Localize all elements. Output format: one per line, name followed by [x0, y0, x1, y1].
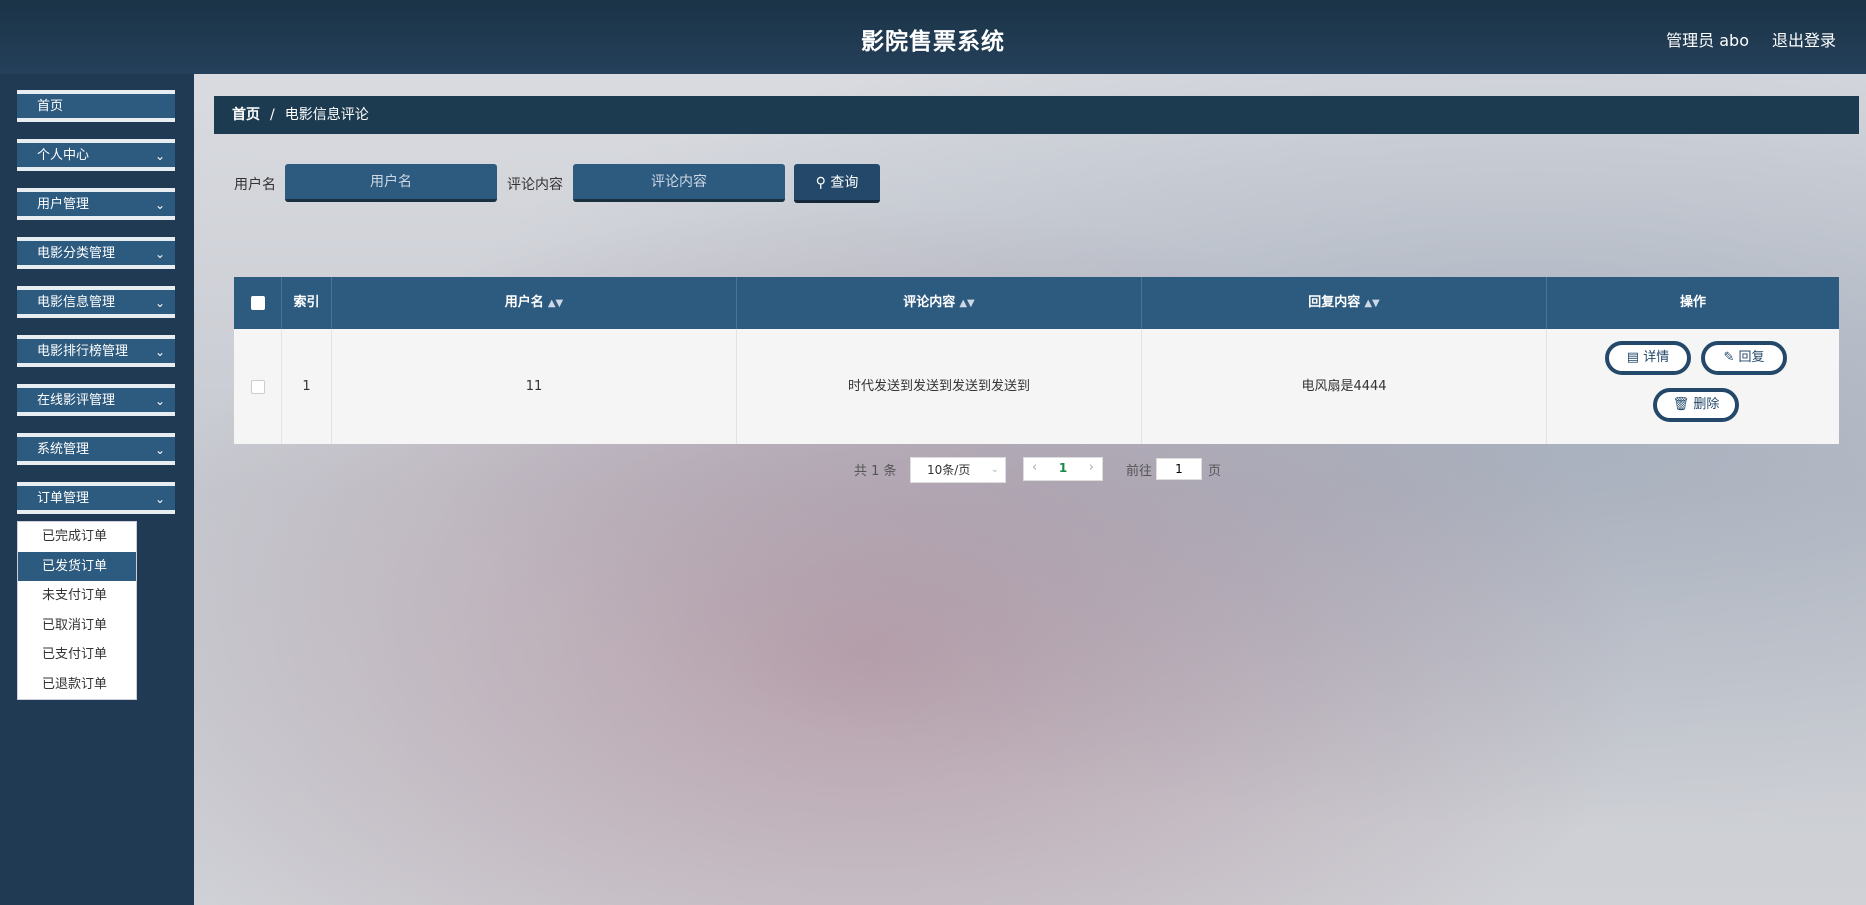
- table-header: 索引 用户名 ▲▼ 评论内容 ▲▼ 回复内容 ▲▼ 操作: [234, 277, 1839, 329]
- pagination-total: 共 1 条: [854, 464, 897, 479]
- username-label: 用户名: [234, 177, 276, 193]
- sidebar-item-label: 个人中心: [37, 148, 90, 163]
- goto-prefix: 前往: [1126, 464, 1153, 479]
- chevron-down-icon: ⌄: [154, 247, 165, 261]
- breadcrumb: 首页 / 电影信息评论: [214, 96, 1859, 134]
- next-page-icon[interactable]: ›: [1089, 460, 1094, 475]
- search-button-label: 查询: [830, 175, 859, 191]
- sidebar-item-movie-info[interactable]: 电影信息管理 ⌄: [17, 286, 175, 318]
- column-header-label: 用户名: [504, 295, 544, 310]
- comment-content-search-input[interactable]: [573, 164, 785, 202]
- sidebar-item-system[interactable]: 系统管理 ⌄: [17, 433, 175, 465]
- cell-username: 11: [332, 329, 737, 444]
- submenu-item-cancelled[interactable]: 已取消订单: [18, 611, 136, 641]
- submenu-item-paid[interactable]: 已支付订单: [18, 640, 136, 670]
- sort-icon[interactable]: ▲▼: [1364, 298, 1379, 309]
- breadcrumb-home[interactable]: 首页: [232, 107, 260, 123]
- column-header-label: 回复内容: [1308, 295, 1361, 310]
- search-button[interactable]: ⚲ 查询: [794, 164, 880, 203]
- sidebar-item-label: 用户管理: [37, 197, 90, 212]
- sidebar-item-label: 首页: [37, 99, 64, 114]
- sidebar-item-home[interactable]: 首页: [17, 90, 175, 122]
- row-select-cell: [234, 329, 282, 444]
- trash-icon: 🗑: [1672, 397, 1690, 412]
- page-size-select[interactable]: 10条/页 ⌄: [910, 457, 1006, 483]
- search-icon: ⚲: [815, 175, 826, 191]
- column-header-index: 索引: [282, 277, 332, 329]
- document-icon: ▤: [1626, 350, 1640, 365]
- cell-index: 1: [282, 329, 332, 444]
- reply-button[interactable]: ✎ 回复: [1701, 341, 1787, 375]
- sidebar-item-label: 在线影评管理: [37, 393, 116, 408]
- chevron-down-icon: ⌄: [154, 492, 165, 506]
- column-header-username[interactable]: 用户名 ▲▼: [332, 277, 737, 329]
- top-header: 影院售票系统 管理员 abo 退出登录: [0, 0, 1866, 74]
- sort-icon[interactable]: ▲▼: [548, 298, 563, 309]
- breadcrumb-separator: /: [270, 107, 275, 123]
- main-content: 首页/电影信息评论 用户名 评论内容 ⚲ 查询 索引 用户名▲▼ 评论内容▲▼ …: [194, 74, 1866, 905]
- pagination-pager: ‹ 1 ›: [1023, 457, 1103, 481]
- username-search-input[interactable]: [285, 164, 497, 202]
- chevron-down-icon: ⌄: [990, 464, 999, 475]
- column-header-label: 评论内容: [903, 295, 956, 310]
- sidebar-item-label: 系统管理: [37, 442, 90, 457]
- sidebar-item-profile[interactable]: 个人中心 ⌄: [17, 139, 175, 171]
- chevron-down-icon: ⌄: [154, 443, 165, 457]
- delete-button[interactable]: 🗑 删除: [1653, 388, 1739, 422]
- chevron-down-icon: ⌄: [154, 345, 165, 359]
- app-title: 影院售票系统: [861, 29, 1005, 55]
- detail-button-label: 详情: [1643, 350, 1670, 365]
- chevron-down-icon: ⌄: [154, 198, 165, 212]
- sidebar-item-label: 订单管理: [37, 491, 90, 506]
- submenu-item-refunded[interactable]: 已退款订单: [18, 670, 136, 700]
- sidebar-item-movie-categories[interactable]: 电影分类管理 ⌄: [17, 237, 175, 269]
- comment-content-label: 评论内容: [507, 177, 563, 193]
- page-size-value: 10条/页: [927, 463, 971, 477]
- cell-actions: ▤ 详情 ✎ 回复 🗑 删除: [1547, 329, 1839, 444]
- detail-button[interactable]: ▤ 详情: [1605, 341, 1691, 375]
- reply-button-label: 回复: [1738, 350, 1765, 365]
- submenu-item-completed[interactable]: 已完成订单: [18, 522, 136, 552]
- sidebar-item-online-reviews[interactable]: 在线影评管理 ⌄: [17, 384, 175, 416]
- column-header-content[interactable]: 评论内容 ▲▼: [737, 277, 1142, 329]
- cell-content: 时代发送到发送到发送到发送到: [737, 329, 1142, 444]
- cell-reply: 电风扇是4444: [1142, 329, 1547, 444]
- sidebar-item-label: 电影分类管理: [37, 246, 116, 261]
- goto-suffix: 页: [1208, 464, 1222, 479]
- select-all-checkbox[interactable]: [250, 295, 265, 310]
- chevron-down-icon: ⌄: [154, 394, 165, 408]
- breadcrumb-current: 电影信息评论: [284, 107, 369, 123]
- edit-icon: ✎: [1723, 350, 1735, 365]
- column-header-actions: 操作: [1679, 295, 1706, 310]
- chevron-down-icon: ⌄: [154, 149, 165, 163]
- sidebar-item-users[interactable]: 用户管理 ⌄: [17, 188, 175, 220]
- sidebar-item-label: 电影排行榜管理: [37, 344, 129, 359]
- sort-icon[interactable]: ▲▼: [959, 298, 974, 309]
- select-all-cell: [234, 277, 282, 329]
- admin-label: 管理员 abo: [1666, 31, 1749, 50]
- submenu-item-unpaid[interactable]: 未支付订单: [18, 581, 136, 611]
- logout-link[interactable]: 退出登录: [1772, 27, 1836, 51]
- row-checkbox[interactable]: [250, 379, 265, 394]
- submenu-item-shipped[interactable]: 已发货订单: [18, 551, 136, 581]
- sidebar-item-label: 电影信息管理: [37, 295, 116, 310]
- column-header-reply[interactable]: 回复内容 ▲▼: [1142, 277, 1547, 329]
- delete-button-label: 删除: [1693, 397, 1720, 412]
- sidebar-item-movie-ranking[interactable]: 电影排行榜管理 ⌄: [17, 335, 175, 367]
- goto-page-input[interactable]: [1156, 458, 1202, 480]
- chevron-down-icon: ⌄: [154, 296, 165, 310]
- sidebar-item-orders[interactable]: 订单管理 ⌄: [17, 482, 175, 514]
- table-row: 1 11 时代发送到发送到发送到发送到 电风扇是4444 ▤ 详情 ✎ 回复 🗑…: [234, 329, 1839, 444]
- orders-submenu: 已完成订单 已发货订单 未支付订单 已取消订单 已支付订单 已退款订单: [17, 521, 137, 700]
- sidebar: 首页 个人中心 ⌄ 用户管理 ⌄ 电影分类管理 ⌄ 电影信息管理 ⌄ 电影排行榜…: [0, 74, 194, 905]
